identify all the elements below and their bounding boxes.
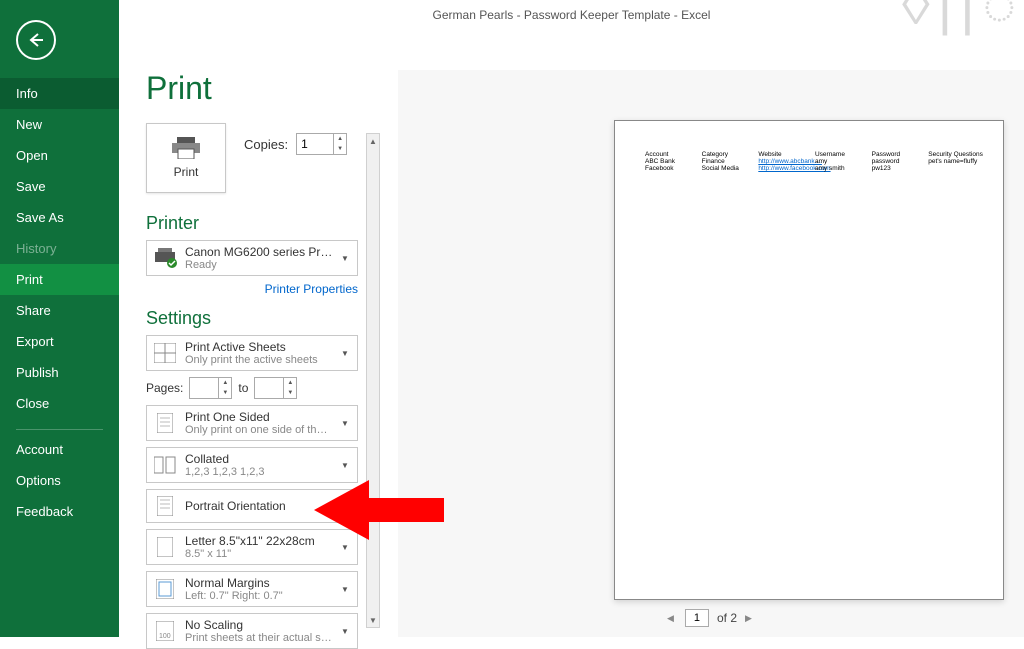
nav-item-open[interactable]: Open [0, 140, 119, 171]
chevron-down-icon: ▼ [341, 461, 351, 470]
nav-item-account[interactable]: Account [0, 434, 119, 465]
copies-spinner[interactable]: ▲▼ [296, 133, 347, 155]
nav-item-options[interactable]: Options [0, 465, 119, 496]
window-title: German Pearls - Password Keeper Template… [119, 0, 1024, 30]
backstage-sidebar: Info New Open Save Save As History Print… [0, 0, 119, 637]
printer-status-icon [153, 246, 177, 270]
page-icon [153, 411, 177, 435]
printer-properties-link[interactable]: Printer Properties [146, 282, 358, 296]
scroll-track[interactable] [367, 148, 379, 613]
pages-from-spinner[interactable]: ▲▼ [189, 377, 232, 399]
back-arrow-icon [27, 31, 45, 49]
nav-item-save[interactable]: Save [0, 171, 119, 202]
title-decoration: ◊||◌ [902, 0, 1024, 20]
printer-name: Canon MG6200 series Printer [185, 245, 333, 259]
scroll-up[interactable]: ▲ [367, 134, 379, 148]
preview-content: AccountCategoryWebsiteUsernamePasswordSe… [643, 151, 983, 172]
pages-from-input[interactable] [190, 378, 218, 398]
page-of-label: of 2 [717, 611, 737, 625]
setting-print-active-sheets[interactable]: Print Active SheetsOnly print the active… [146, 335, 358, 371]
chevron-down-icon: ▼ [341, 627, 351, 636]
nav-list: Info New Open Save Save As History Print… [0, 78, 119, 527]
print-button-label: Print [174, 165, 199, 179]
copies-down[interactable]: ▼ [334, 144, 346, 154]
nav-item-new[interactable]: New [0, 109, 119, 140]
current-page-input[interactable] [685, 609, 709, 627]
scroll-down[interactable]: ▼ [367, 613, 379, 627]
print-button[interactable]: Print [146, 123, 226, 193]
chevron-down-icon: ▼ [341, 254, 351, 263]
page-navigator: ◀ of 2 ▶ [667, 609, 755, 627]
printer-status: Ready [185, 259, 333, 271]
sheets-icon [153, 341, 177, 365]
nav-item-save-as[interactable]: Save As [0, 202, 119, 233]
chevron-down-icon: ▼ [341, 419, 351, 428]
pages-to-label: to [238, 381, 248, 395]
setting-scaling[interactable]: 100 No ScalingPrint sheets at their actu… [146, 613, 358, 649]
printer-icon [172, 137, 200, 159]
nav-item-export[interactable]: Export [0, 326, 119, 357]
chevron-down-icon: ▼ [341, 543, 351, 552]
chevron-down-icon: ▼ [341, 349, 351, 358]
copies-up[interactable]: ▲ [334, 134, 346, 144]
setting-margins[interactable]: Normal MarginsLeft: 0.7" Right: 0.7" ▼ [146, 571, 358, 607]
nav-item-publish[interactable]: Publish [0, 357, 119, 388]
prev-page-button[interactable]: ◀ [667, 613, 677, 624]
printer-selector[interactable]: Canon MG6200 series Printer Ready ▼ [146, 240, 358, 276]
setting-collated[interactable]: Collated1,2,3 1,2,3 1,2,3 ▼ [146, 447, 358, 483]
back-button[interactable] [16, 20, 56, 60]
nav-item-share[interactable]: Share [0, 295, 119, 326]
collated-icon [153, 453, 177, 477]
settings-scrollbar[interactable]: ▲ ▼ [366, 133, 380, 628]
preview-page: AccountCategoryWebsiteUsernamePasswordSe… [614, 120, 1004, 600]
nav-item-close[interactable]: Close [0, 388, 119, 419]
setting-one-sided[interactable]: Print One SidedOnly print on one side of… [146, 405, 358, 441]
pages-label: Pages: [146, 381, 183, 395]
chevron-down-icon: ▼ [341, 585, 351, 594]
next-page-button[interactable]: ▶ [745, 613, 755, 624]
nav-item-history[interactable]: History [0, 233, 119, 264]
copies-input[interactable] [297, 134, 333, 154]
portrait-icon [153, 494, 177, 518]
nav-item-feedback[interactable]: Feedback [0, 496, 119, 527]
setting-paper-size[interactable]: Letter 8.5"x11" 22x28cm8.5" x 11" ▼ [146, 529, 358, 565]
chevron-down-icon: ▼ [341, 502, 351, 511]
paper-icon [153, 535, 177, 559]
margins-icon [153, 577, 177, 601]
copies-label: Copies: [244, 137, 288, 152]
pages-to-spinner[interactable]: ▲▼ [254, 377, 297, 399]
print-preview-area: AccountCategoryWebsiteUsernamePasswordSe… [398, 70, 1024, 637]
nav-item-print[interactable]: Print [0, 264, 119, 295]
pages-to-input[interactable] [255, 378, 283, 398]
nav-separator [16, 429, 103, 430]
scaling-icon: 100 [153, 619, 177, 643]
setting-orientation[interactable]: Portrait Orientation ▼ [146, 489, 358, 523]
nav-item-info[interactable]: Info [0, 78, 119, 109]
